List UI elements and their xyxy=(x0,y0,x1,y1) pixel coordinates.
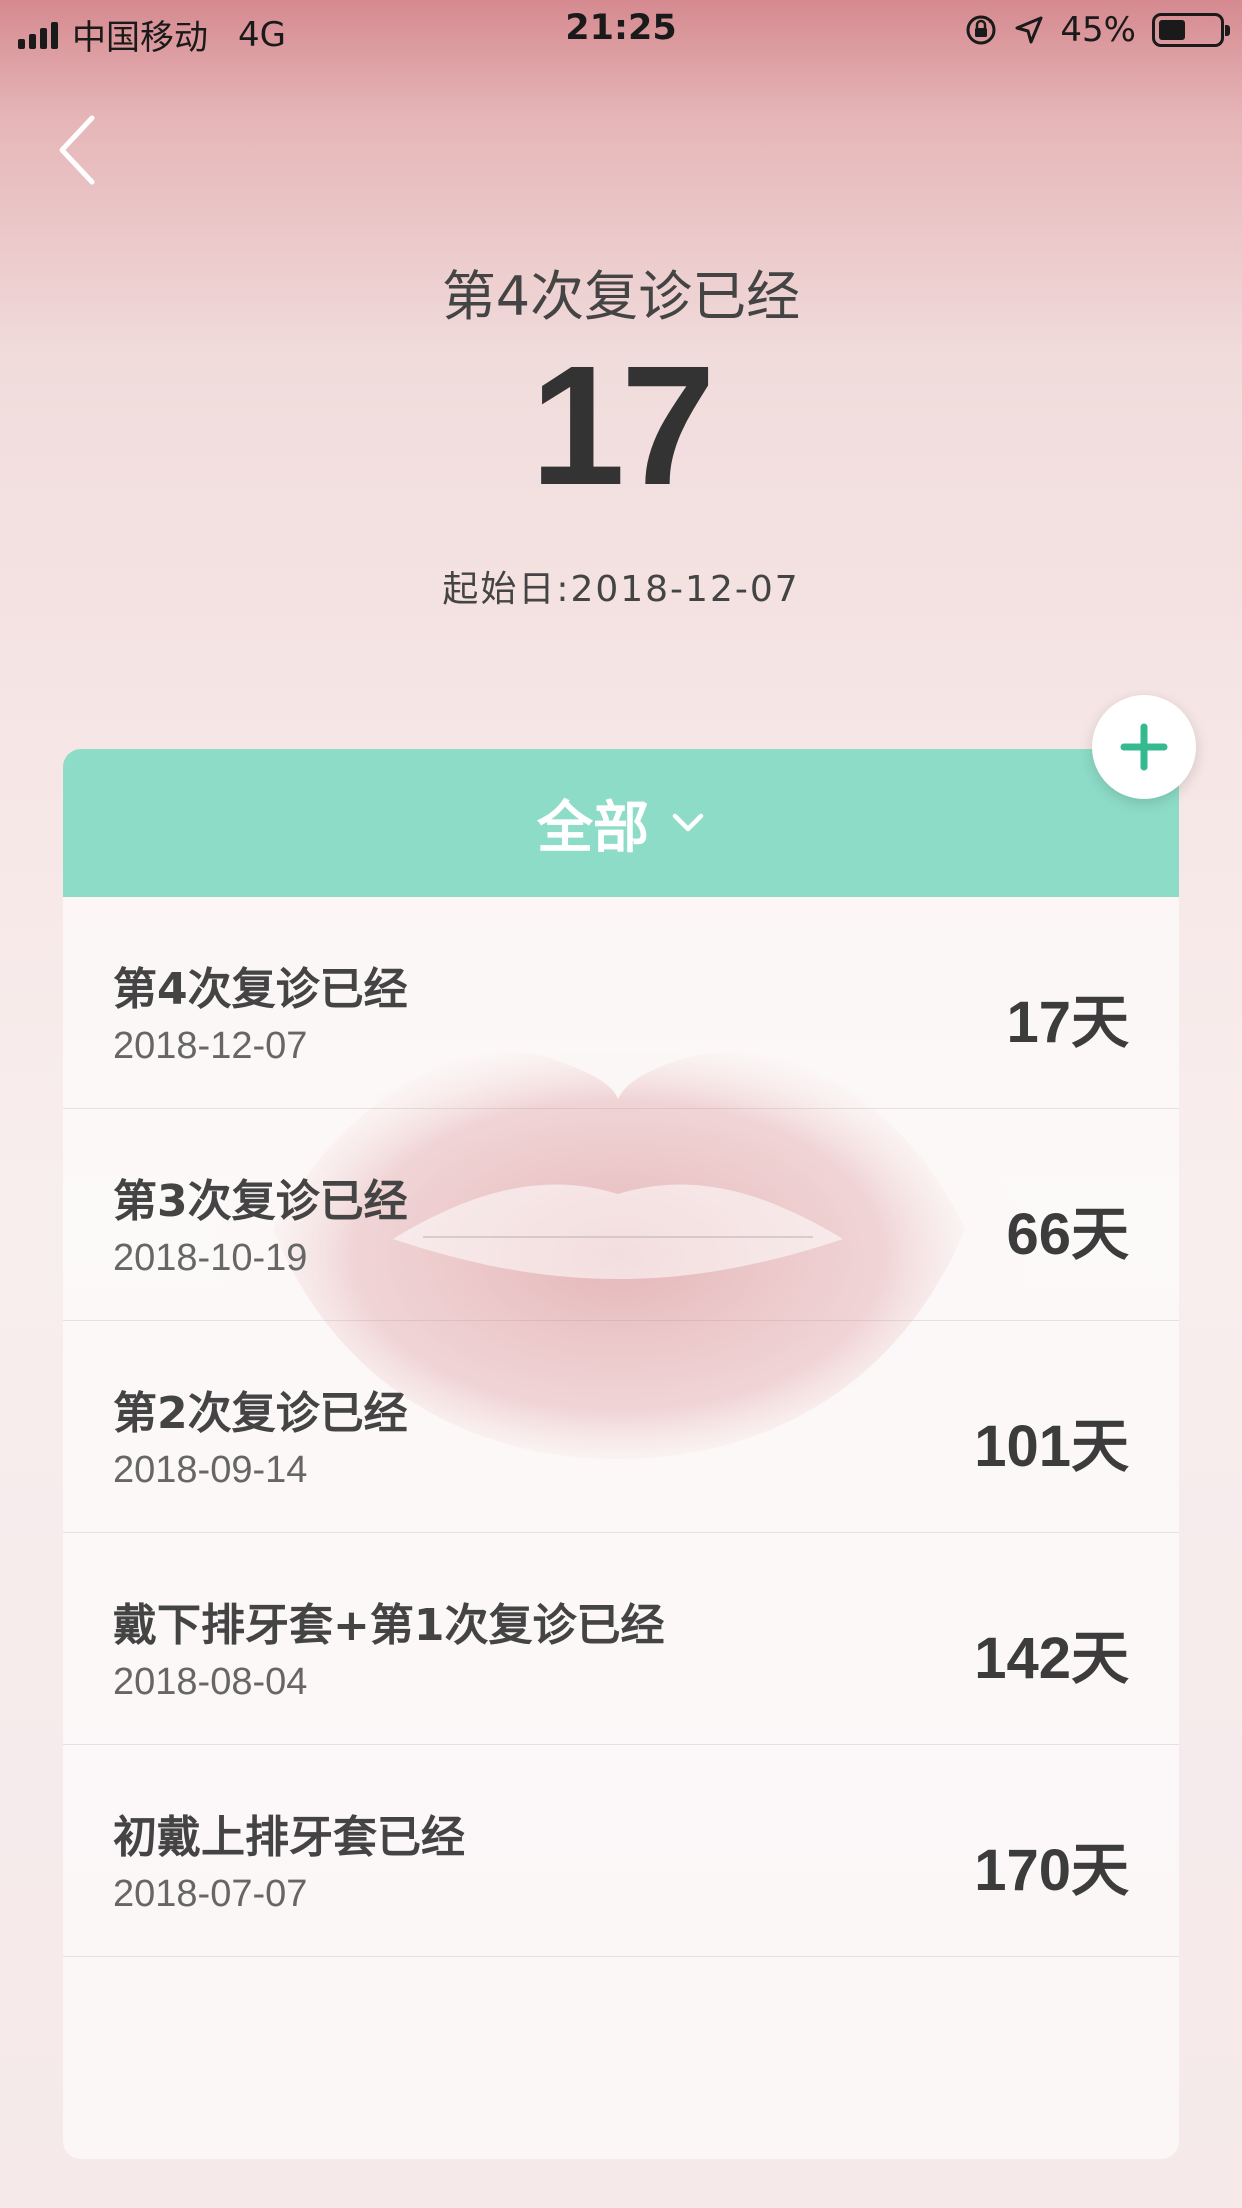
back-button[interactable] xyxy=(52,112,112,188)
chevron-down-icon xyxy=(672,813,704,832)
day-count: 17 xyxy=(530,331,715,521)
record-title: 第4次复诊已经 xyxy=(113,964,408,1015)
plus-icon xyxy=(1120,723,1168,771)
record-title: 戴下排牙套+第1次复诊已经 xyxy=(113,1600,665,1651)
add-record-button[interactable] xyxy=(1092,695,1196,799)
rotation-lock-icon xyxy=(966,15,996,45)
list-item[interactable]: 初戴上排牙套已经 2018-07-07 170天 xyxy=(63,1745,1179,1957)
location-icon xyxy=(1015,16,1043,44)
record-date: 2018-08-04 xyxy=(113,1661,308,1703)
record-title: 第3次复诊已经 xyxy=(113,1176,408,1227)
filter-dropdown[interactable]: 全部 xyxy=(63,749,1179,897)
record-days: 66天 xyxy=(1006,1202,1129,1267)
list-item[interactable]: 戴下排牙套+第1次复诊已经 2018-08-04 142天 xyxy=(63,1533,1179,1745)
filter-label: 全部 xyxy=(537,795,649,861)
battery-percent: 45% xyxy=(1060,10,1136,50)
list-item[interactable]: 第3次复诊已经 2018-10-19 66天 xyxy=(63,1109,1179,1321)
chevron-left-icon xyxy=(59,115,95,185)
page-title: 第4次复诊已经 xyxy=(441,265,801,328)
start-date: 起始日:2018-12-07 xyxy=(442,569,800,610)
list-item[interactable]: 第2次复诊已经 2018-09-14 101天 xyxy=(63,1321,1179,1533)
record-days: 170天 xyxy=(974,1838,1129,1903)
record-days: 142天 xyxy=(974,1626,1129,1691)
record-title: 初戴上排牙套已经 xyxy=(113,1812,465,1863)
record-date: 2018-07-07 xyxy=(113,1873,308,1915)
record-days: 101天 xyxy=(974,1414,1129,1479)
record-title: 第2次复诊已经 xyxy=(113,1388,408,1439)
records-card: 全部 第4次复诊已经 2018-12-07 17天 第3次复诊已经 2018-1… xyxy=(63,749,1179,2159)
battery-level xyxy=(1159,20,1186,40)
status-bar: 中国移动 4G 21:25 45% xyxy=(0,0,1242,62)
status-right: 45% xyxy=(964,10,1230,50)
record-date: 2018-09-14 xyxy=(113,1449,308,1491)
list-item[interactable]: 第4次复诊已经 2018-12-07 17天 xyxy=(63,897,1179,1109)
record-date: 2018-10-19 xyxy=(113,1237,308,1279)
record-date: 2018-12-07 xyxy=(113,1025,308,1067)
record-days: 17天 xyxy=(1006,990,1129,1055)
battery-icon xyxy=(1152,13,1230,47)
